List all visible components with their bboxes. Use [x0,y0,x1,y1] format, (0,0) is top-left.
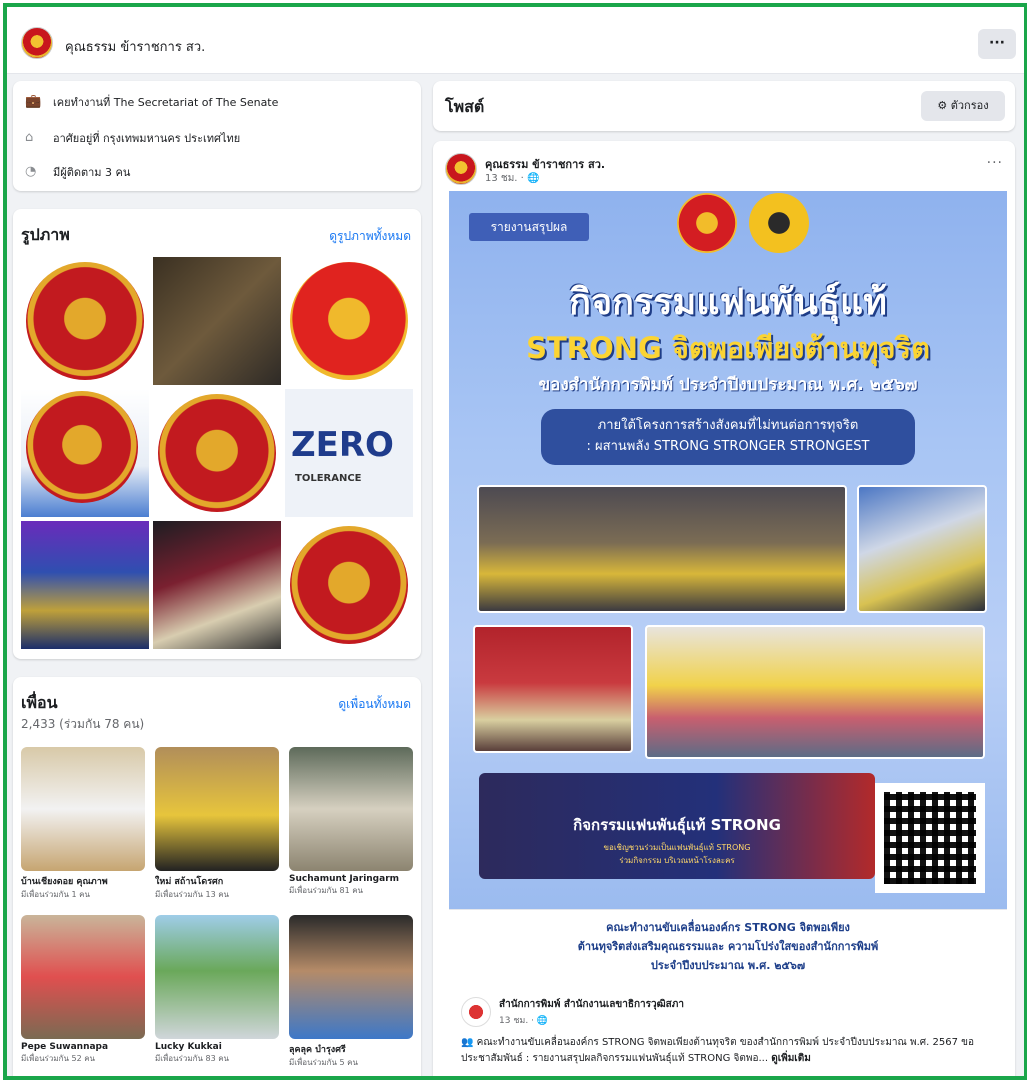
poster-photo-stage [473,625,633,753]
tolerance-text: TOLERANCE [295,473,362,484]
poster-photo-event [645,625,985,759]
poster-title-1: กิจกรรมแฟนพันธุ์แท้ [569,282,887,323]
poster-banner-sub: ขอเชิญชวนร่วมเป็นแฟนพันธุ์แท้ STRONG ร่ว… [479,841,875,867]
photo-tile-seal[interactable] [285,257,413,385]
shared-post-text: 👥 คณะทำงานขับเคลื่อนองค์กร STRONG จิตพอเ… [461,1035,981,1067]
photo-tile-zero-tolerance[interactable]: ZERO TOLERANCE [285,389,413,517]
photo-tile-seal[interactable] [153,389,281,517]
post-options-button[interactable]: ··· [987,155,1003,171]
friend-name[interactable]: Suchamunt Jaringarm [289,874,413,884]
see-all-friends-link[interactable]: ดูเพื่อนทั้งหมด [338,695,411,714]
post-timestamp[interactable]: 13 ชม. · 🌐 [485,171,539,186]
home-icon: ⌂ [25,130,34,145]
poster-subtitle: ภายใต้โครงการสร้างสังคมที่ไม่ทนต่อการทุจ… [541,409,915,465]
profile-avatar[interactable] [21,27,53,59]
friend-mutual: มีเพื่อนร่วมกัน 81 คน [289,886,364,895]
rss-icon: ◔ [25,164,37,179]
shared-author-avatar[interactable] [461,997,491,1027]
friend-name[interactable]: Lucky Kukkai [155,1042,279,1052]
posts-title: โพสต์ [445,97,485,116]
poster-subtitle-2: : ผสานพลัง STRONG STRONGER STRONGEST [586,439,870,454]
poster-photo-award [857,485,987,613]
poster-title-3: ของสำนักการพิมพ์ ประจำปีงบประมาณ พ.ศ. ๒๕… [538,375,918,395]
intro-work: 💼 เคยทำงานที่ The Secretariat of The Sen… [25,93,278,111]
intro-card: 💼 เคยทำงานที่ The Secretariat of The Sen… [13,81,421,191]
photo-tile-seal[interactable] [21,257,149,385]
filter-icon: ⚙ [937,99,951,112]
friend-card[interactable]: บ้านเชียงดอย คุณภาพ มีเพื่อนร่วมกัน 1 คน [21,747,145,901]
shared-author[interactable]: สำนักการพิมพ์ สำนักงานเลขาธิการวุฒิสภา [499,997,684,1012]
poster-banner-title: กิจกรรมแฟนพันธุ์แท้ STRONG [573,816,781,834]
post-author-avatar[interactable] [445,153,477,185]
shared-timestamp[interactable]: 13 ชม. · 🌐 [499,1013,548,1027]
see-more-link[interactable]: ดูเพิ่มเติม [771,1053,811,1064]
poster-photo-group [477,485,847,613]
friends-card: เพื่อน 2,433 (ร่วมกัน 78 คน) ดูเพื่อนทั้… [13,677,421,1076]
friend-photo[interactable] [289,747,413,871]
friend-card[interactable]: ใหม่ สถ้านโดรศก มีเพื่อนร่วมกัน 13 คน [155,747,279,901]
friend-photo[interactable] [155,915,279,1039]
caption-line: ประจำปีงบประมาณ พ.ศ. ๒๕๖๗ [650,959,806,972]
briefcase-icon: 💼 [25,94,42,109]
more-options-button[interactable]: ··· [978,29,1016,59]
caption-line: คณะทำงานขับเคลื่อนองค์กร STRONG จิตพอเพี… [606,921,850,934]
friends-title: เพื่อน [21,693,58,712]
intro-lives-text[interactable]: อาศัยอยู่ที่ กรุงเทพมหานคร ประเทศไทย [53,129,240,147]
zero-text: ZERO [291,425,394,465]
friend-photo[interactable] [21,747,145,871]
friend-card[interactable]: Suchamunt Jaringarm มีเพื่อนร่วมกัน 81 ค… [289,747,413,897]
friend-name[interactable]: ใหม่ สถ้านโดรศก [155,874,279,888]
poster-strong-logo [749,193,809,253]
post-image-caption: คณะทำงานขับเคลื่อนองค์กร STRONG จิตพอเพี… [449,909,1007,983]
filter-label: ตัวกรอง [950,99,989,112]
caption-line: ต้านทุจริตส่งเสริมคุณธรรมและ ความโปร่งใส… [577,940,879,953]
poster-title-2: STRONG จิตพอเพียงต้านทุจริต [526,331,930,365]
photos-card: รูปภาพ ดูรูปภาพทั้งหมด ZERO TOLERANCE [13,209,421,659]
intro-followers-text[interactable]: มีผู้ติดตาม 3 คน [53,163,130,181]
see-all-photos-link[interactable]: ดูรูปภาพทั้งหมด [329,227,411,246]
friends-count: 2,433 (ร่วมกัน 78 คน) [21,717,145,731]
poster-tag: รายงานสรุปผล [469,213,589,241]
post-card: คุณธรรม ข้าราชการ สว. 13 ชม. · 🌐 ··· ราย… [433,141,1015,1076]
photo-tile-seal[interactable] [285,521,413,649]
friend-photo[interactable] [155,747,279,871]
poster-seal-senate [677,193,737,253]
poster-banner-sub-2: ร่วมกิจกรรม บริเวณหน้าโรงละคร [619,856,735,865]
intro-work-text[interactable]: เคยทำงานที่ The Secretariat of The Senat… [53,93,278,111]
photos-title: รูปภาพ [21,225,70,244]
friend-name[interactable]: Pepe Suwannapa [21,1042,145,1052]
profile-name[interactable]: คุณธรรม ข้าราชการ สว. [65,36,205,57]
friend-mutual: มีเพื่อนร่วมกัน 52 คน [21,1054,96,1063]
friend-card[interactable]: ลุคลุค บำรุงศรี มีเพื่อนร่วมกัน 5 คน [289,915,413,1069]
friend-photo[interactable] [21,915,145,1039]
photo-tile[interactable] [153,521,281,649]
post-image[interactable]: รายงานสรุปผล กิจกรรมแฟนพันธุ์แท้ STRONG … [449,191,1007,909]
friend-mutual: มีเพื่อนร่วมกัน 83 คน [155,1054,230,1063]
screenshot-frame: คุณธรรม ข้าราชการ สว. ··· 💼 เคยทำงานที่ … [3,3,1027,1080]
shared-post-body: 👥 คณะทำงานขับเคลื่อนองค์กร STRONG จิตพอเ… [461,1037,974,1064]
photo-tile-seal-blue[interactable] [21,389,149,517]
intro-lives: ⌂ อาศัยอยู่ที่ กรุงเทพมหานคร ประเทศไทย [25,129,240,147]
photo-tile[interactable] [21,521,149,649]
qr-code [875,783,985,893]
intro-followers: ◔ มีผู้ติดตาม 3 คน [25,163,130,181]
profile-header-bar: คุณธรรม ข้าราชการ สว. ··· [7,7,1024,74]
poster-banner: กิจกรรมแฟนพันธุ์แท้ STRONG ขอเชิญชวนร่วม… [479,773,875,879]
friend-mutual: มีเพื่อนร่วมกัน 5 คน [289,1058,358,1067]
friend-name[interactable]: ลุคลุค บำรุงศรี [289,1042,413,1056]
friend-mutual: มีเพื่อนร่วมกัน 1 คน [21,890,90,899]
friend-name[interactable]: บ้านเชียงดอย คุณภาพ [21,874,145,888]
poster-subtitle-1: ภายใต้โครงการสร้างสังคมที่ไม่ทนต่อการทุจ… [597,418,859,433]
friend-card[interactable]: Pepe Suwannapa มีเพื่อนร่วมกัน 52 คน [21,915,145,1065]
friend-photo[interactable] [289,915,413,1039]
friend-mutual: มีเพื่อนร่วมกัน 13 คน [155,890,230,899]
filter-button[interactable]: ⚙ ตัวกรอง [921,91,1005,121]
posts-header: โพสต์ ⚙ ตัวกรอง [433,81,1015,131]
friend-card[interactable]: Lucky Kukkai มีเพื่อนร่วมกัน 83 คน [155,915,279,1065]
poster-banner-sub-1: ขอเชิญชวนร่วมเป็นแฟนพันธุ์แท้ STRONG [603,843,751,852]
photo-tile[interactable] [153,257,281,385]
